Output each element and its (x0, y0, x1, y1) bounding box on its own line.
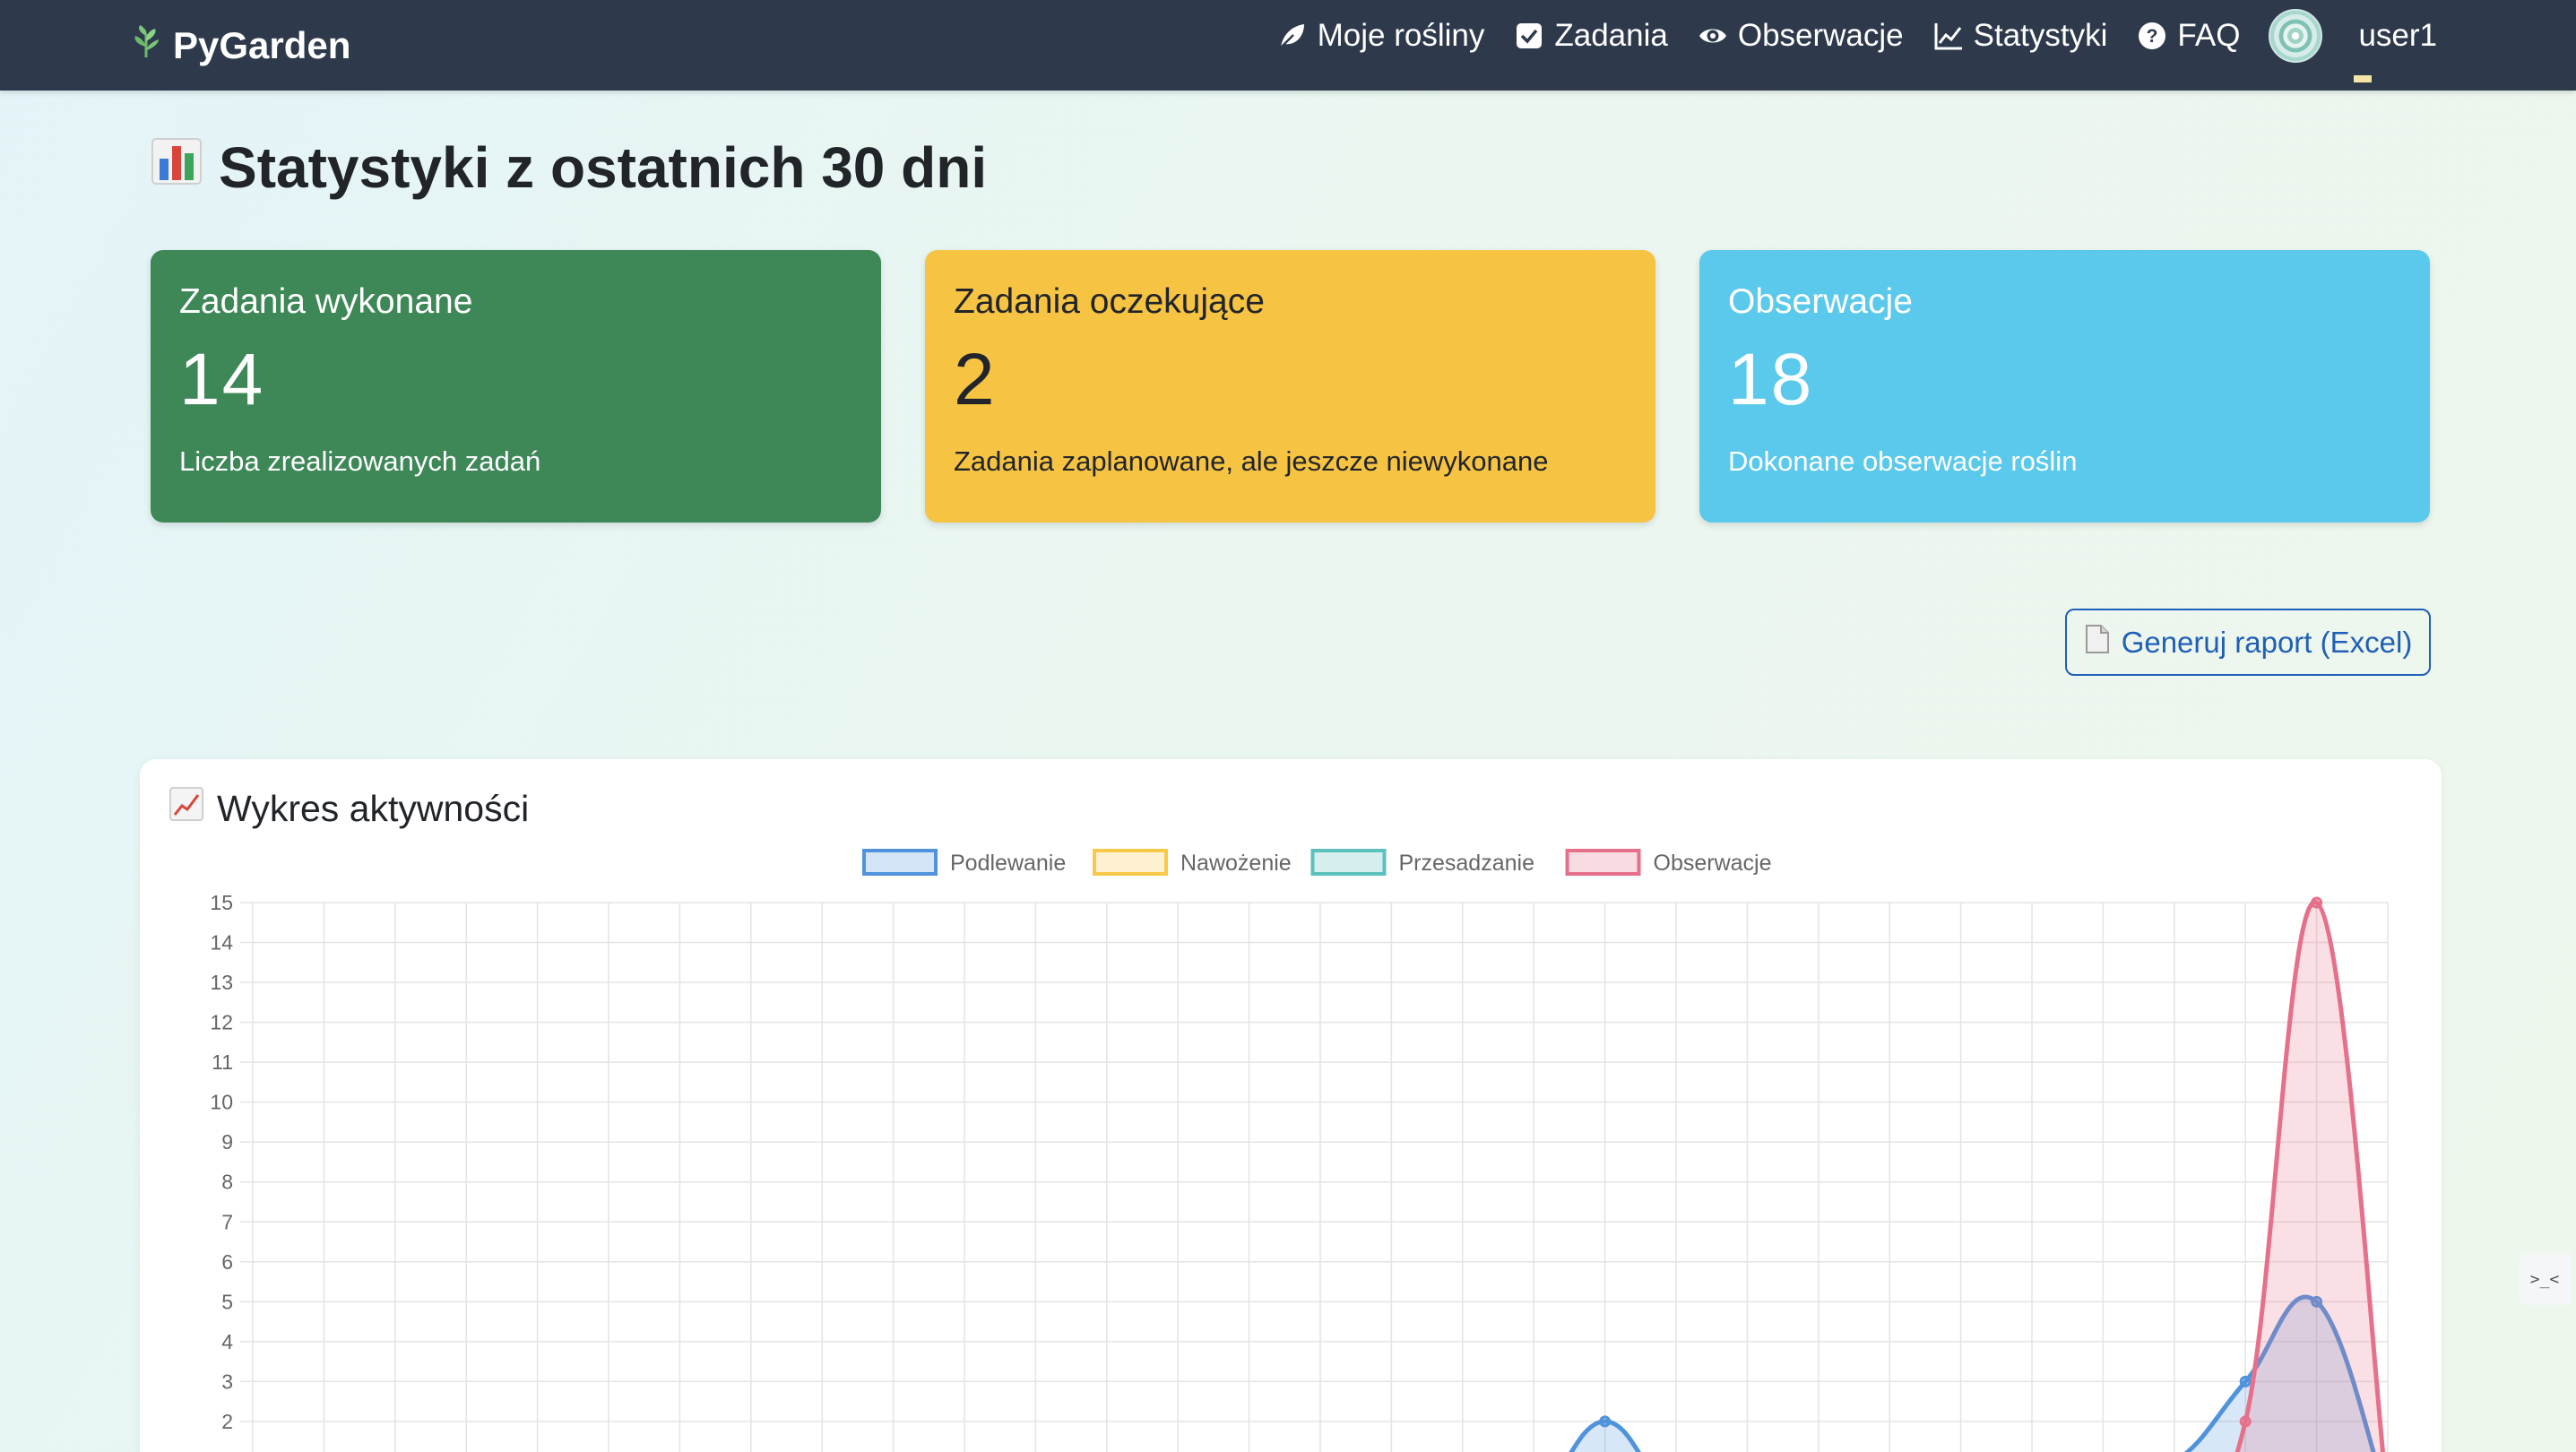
top-navbar: PyGarden Moje rośliny Zadania Obserwacje… (0, 0, 2576, 91)
card-value: 14 (179, 339, 265, 420)
y-tick-label: 14 (210, 931, 233, 955)
nav-label: Statystyki (1973, 18, 2108, 53)
y-tick-label: 2 (221, 1410, 233, 1433)
stat-card-pending-tasks: Zadania oczekujące 2 Zadania zaplanowane… (925, 250, 1655, 523)
y-tick-label: 4 (221, 1330, 233, 1353)
y-tick-label: 10 (210, 1091, 233, 1114)
data-point (1599, 1415, 1612, 1428)
legend-label: Nawożenie (1180, 851, 1292, 876)
stat-card-completed-tasks: Zadania wykonane 14 Liczba zrealizowanyc… (151, 250, 881, 523)
nav-item-observations[interactable]: Obserwacje (1697, 18, 1904, 54)
y-tick-label: 5 (221, 1290, 233, 1313)
card-value: 18 (1728, 339, 1814, 420)
activity-chart: 123456789101112131415PodlewanieNawożenie… (210, 849, 2389, 1452)
data-point (2239, 1375, 2252, 1387)
leaf-icon (128, 23, 164, 68)
legend-label: Obserwacje (1654, 851, 1772, 876)
y-tick-label: 6 (221, 1250, 233, 1274)
nav-item-tasks[interactable]: Zadania (1513, 18, 1668, 54)
card-title: Obserwacje (1728, 282, 1913, 321)
card-title: Zadania wykonane (179, 282, 473, 321)
document-icon (2084, 624, 2111, 661)
svg-text:?: ? (2147, 26, 2158, 47)
y-tick-label: 8 (221, 1171, 233, 1194)
y-tick-label: 13 (210, 971, 233, 994)
y-tick-label: 11 (212, 1050, 233, 1074)
card-description: Dokonane obserwacje roślin (1728, 445, 2078, 477)
user-dropdown-indicator (2354, 75, 2372, 82)
y-tick-label: 9 (221, 1130, 233, 1154)
line-chart-icon (1932, 20, 1965, 52)
brand-logo[interactable]: PyGarden (128, 11, 350, 81)
page-title: Statystyki z ostatnich 30 dni (151, 134, 987, 201)
legend-label: Przesadzanie (1399, 851, 1534, 876)
legend-swatch (1310, 849, 1387, 876)
nav-label: FAQ (2177, 18, 2241, 53)
legend-swatch (862, 849, 938, 876)
nav-item-faq[interactable]: ? FAQ (2136, 18, 2240, 54)
data-point (2239, 1415, 2252, 1428)
legend-label: Podlewanie (950, 851, 1066, 876)
nav-label: Zadania (1554, 18, 1668, 53)
activity-chart-panel: Wykres aktywności 123456789101112131415P… (140, 759, 2442, 1452)
nav-item-plants[interactable]: Moje rośliny (1276, 18, 1485, 54)
nav-menu: Moje rośliny Zadania Obserwacje Statysty… (1276, 9, 2437, 63)
page-title-text: Statystyki z ostatnich 30 dni (219, 135, 988, 200)
brand-name: PyGarden (173, 24, 351, 66)
generate-report-label: Generuj raport (Excel) (2121, 625, 2413, 659)
question-circle-icon: ? (2136, 20, 2168, 52)
generate-report-button[interactable]: Generuj raport (Excel) (2065, 609, 2431, 676)
leaf-icon (1276, 20, 1309, 52)
y-tick-label: 15 (210, 891, 233, 914)
card-value: 2 (954, 339, 997, 420)
nav-label: Moje rośliny (1317, 18, 1485, 53)
nav-item-statistics[interactable]: Statystyki (1932, 18, 2108, 54)
legend-swatch (1565, 849, 1641, 876)
stat-card-observations: Obserwacje 18 Dokonane obserwacje roślin (1699, 250, 2430, 523)
card-description: Zadania zaplanowane, ale jeszcze niewyko… (954, 445, 1549, 477)
legend-swatch (1093, 849, 1168, 876)
y-tick-label: 12 (210, 1011, 233, 1034)
card-description: Liczba zrealizowanych zadań (179, 445, 541, 477)
card-title: Zadania oczekujące (954, 282, 1265, 321)
floating-side-widget[interactable]: >_< (2519, 1253, 2571, 1305)
checkbox-icon (1513, 20, 1545, 52)
user-menu[interactable]: user1 (2358, 18, 2437, 54)
data-point (2311, 896, 2323, 909)
nav-label: Obserwacje (1737, 18, 1904, 53)
y-tick-label: 3 (221, 1370, 233, 1393)
bar-chart-icon (151, 134, 203, 201)
avatar[interactable] (2269, 9, 2323, 63)
eye-icon (1697, 20, 1729, 52)
y-tick-label: 7 (221, 1210, 233, 1233)
